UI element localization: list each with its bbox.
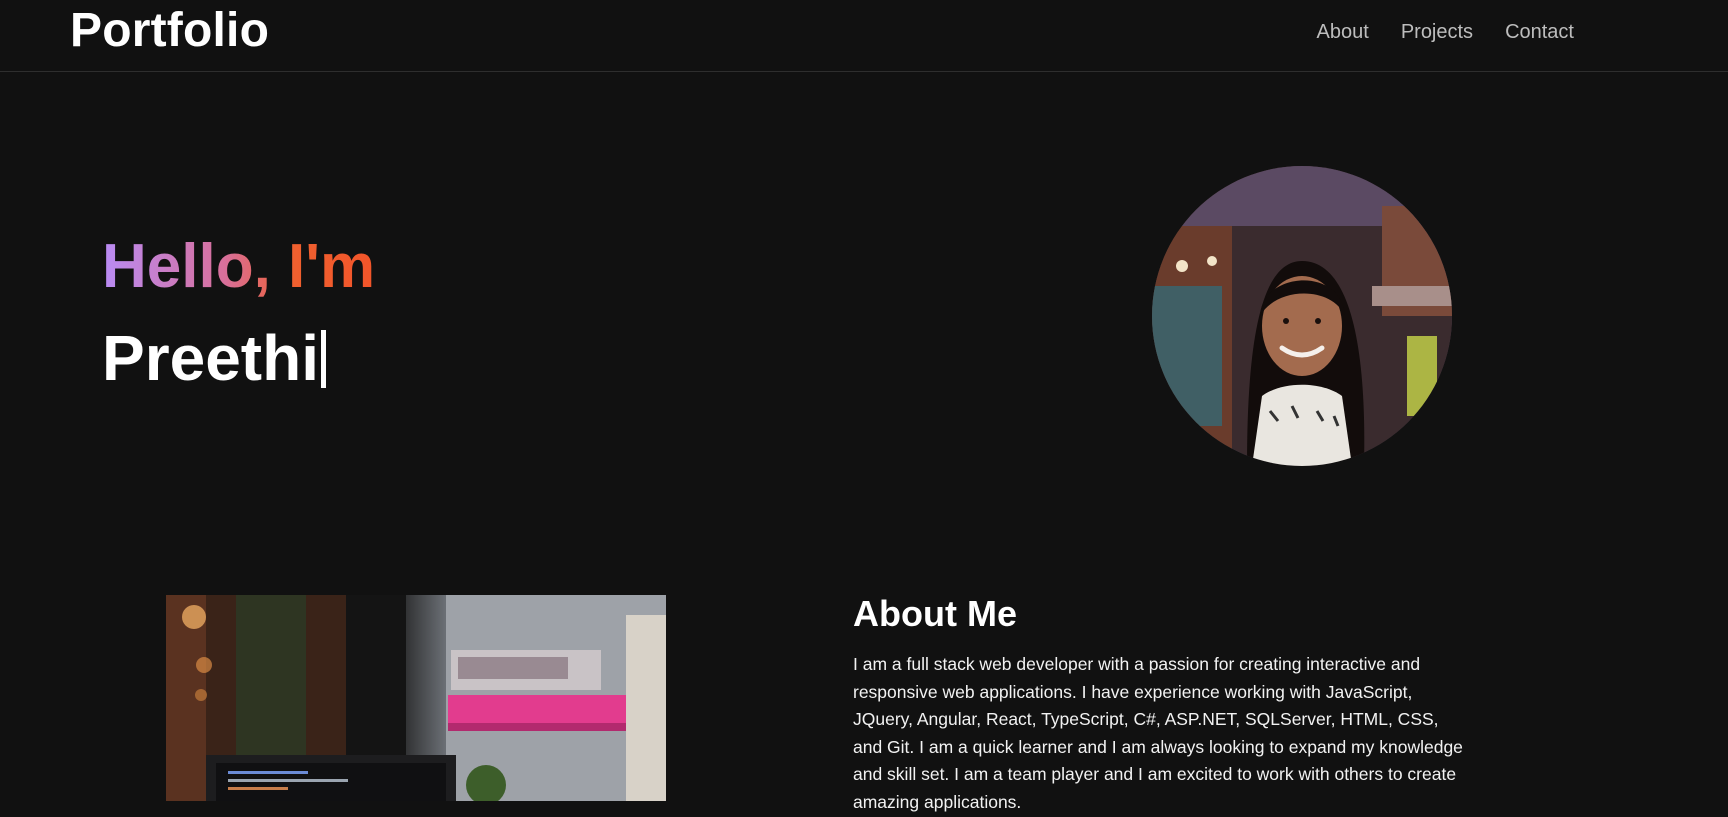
about-description: I am a full stack web developer with a p… — [853, 654, 1463, 812]
nav-link-contact[interactable]: Contact — [1505, 20, 1574, 44]
nav-link-about[interactable]: About — [1317, 20, 1369, 44]
typing-cursor — [320, 330, 326, 388]
hero-name-line: Preethi — [102, 322, 326, 394]
hero-greeting: Hello, I'm — [102, 232, 376, 301]
about-photo — [166, 595, 666, 801]
profile-photo — [1152, 166, 1452, 466]
about-photo-illustration — [166, 595, 666, 801]
brand-logo[interactable]: Portfolio — [70, 4, 269, 58]
top-navbar: Portfolio About Projects Contact — [0, 0, 1728, 72]
about-title: About Me — [853, 593, 1017, 634]
nav-links: About Projects Contact — [1317, 20, 1574, 44]
hero-name: Preethi — [102, 322, 319, 394]
profile-photo-illustration — [1152, 166, 1452, 466]
nav-link-projects[interactable]: Projects — [1401, 20, 1473, 44]
